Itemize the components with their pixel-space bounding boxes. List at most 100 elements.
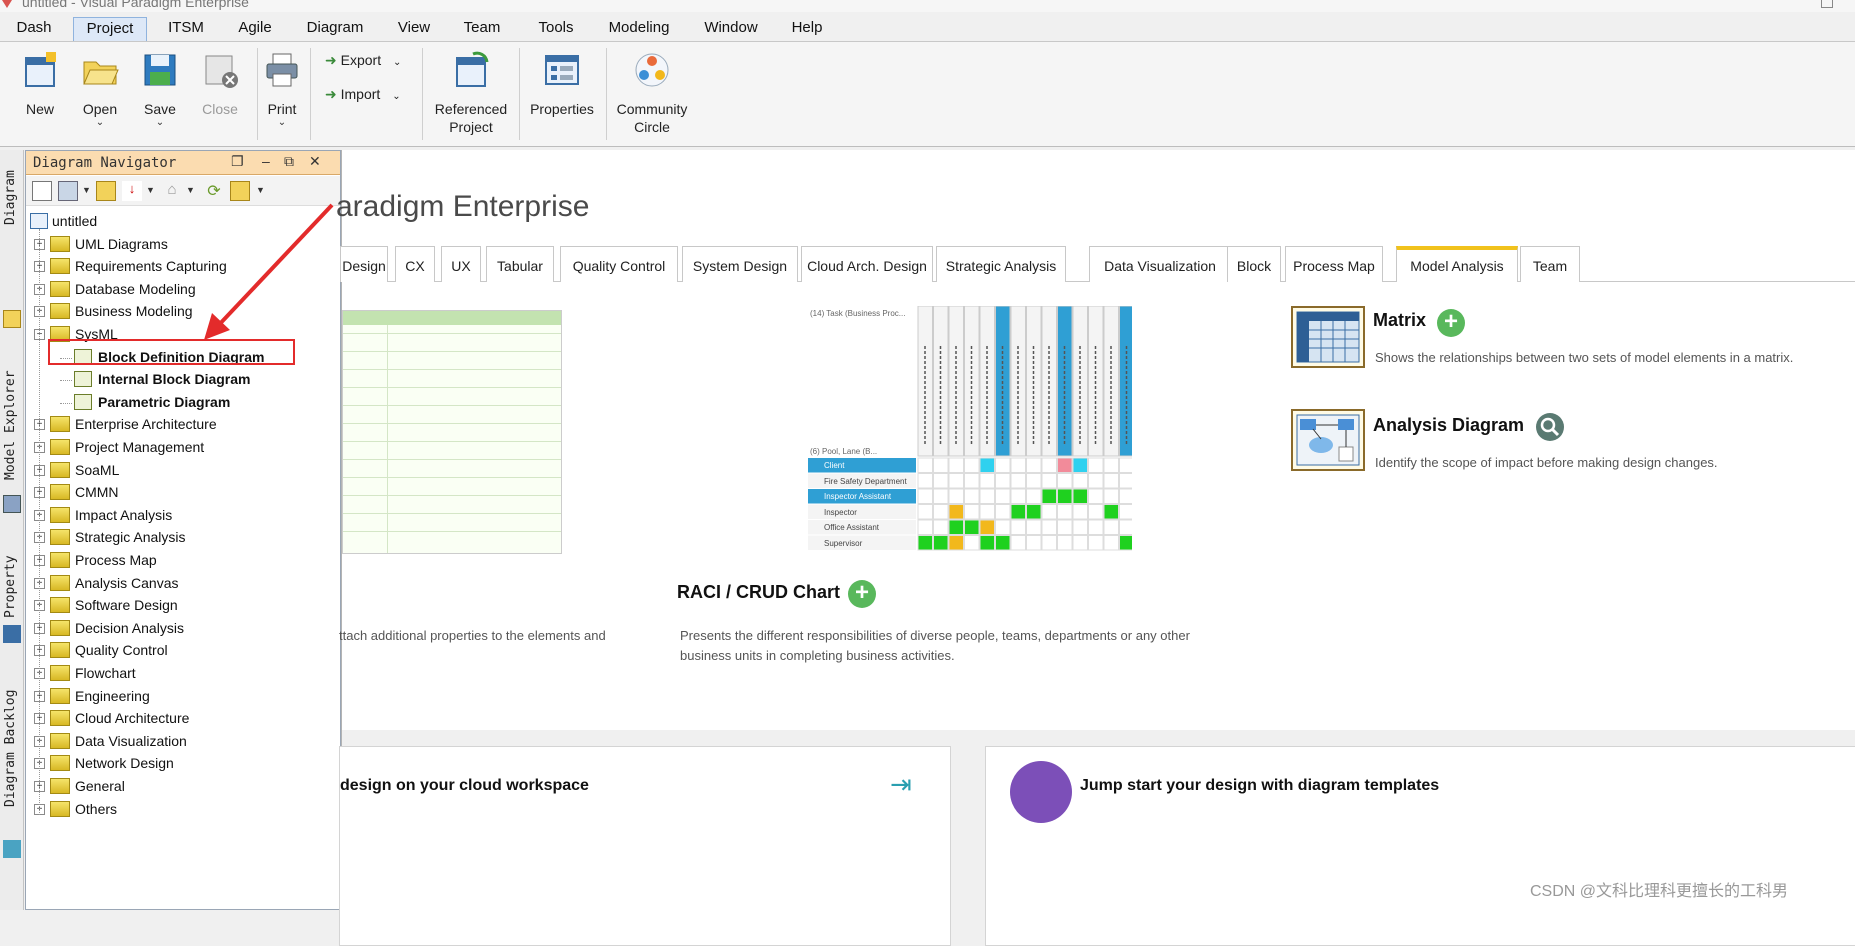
matrix-title[interactable]: Matrix [1373,310,1426,331]
cloud-workspace-card[interactable]: design on your cloud workspace ⇥ [339,746,951,946]
import-button[interactable]: ➜ Import ⌄ [325,84,401,107]
refresh-icon[interactable]: ⟳ [204,181,224,201]
tab-model-explorer[interactable]: Model Explorer [0,370,24,480]
referenced-project-button[interactable]: Referenced Project [428,50,514,136]
chevron-down-icon[interactable]: ⌄ [392,91,400,102]
tree-item[interactable]: Enterprise Architecture [75,414,217,435]
tree-item[interactable]: Project Management [75,437,204,458]
print-button[interactable]: Print ⌄ [262,50,302,128]
tree-root[interactable]: untitled [52,211,97,232]
new-button[interactable]: New [10,50,70,118]
tree-item[interactable]: Others [75,799,117,820]
add-matrix-icon[interactable]: + [1437,309,1465,337]
tab-data-visualization[interactable]: Data Visualization [1089,246,1231,282]
chevron-down-icon[interactable]: ⌄ [130,118,190,128]
home-icon[interactable]: ⌂ [162,181,182,201]
tab-block[interactable]: Block [1227,246,1281,282]
tree-item[interactable]: Impact Analysis [75,505,172,526]
tab-process-map[interactable]: Process Map [1285,246,1383,282]
matrix-icon[interactable] [1291,306,1365,368]
tree-item[interactable]: Engineering [75,686,150,707]
tree-item[interactable]: Decision Analysis [75,618,184,639]
tree-item[interactable]: Cloud Architecture [75,708,189,729]
tab-system-design[interactable]: System Design [682,246,798,282]
analysis-diagram-icon[interactable] [1291,409,1365,471]
chevron-down-icon[interactable]: ▼ [146,185,155,195]
menu-tools[interactable]: Tools [527,17,585,41]
minimize-icon[interactable]: – [262,153,270,169]
tree-item[interactable]: General [75,776,125,797]
templates-card[interactable]: Jump start your design with diagram temp… [985,746,1855,946]
community-circle-button[interactable]: Community Circle [612,50,692,136]
tree-item[interactable]: Strategic Analysis [75,527,186,548]
maximize-icon[interactable] [1821,0,1833,8]
menu-window[interactable]: Window [697,17,765,41]
tab-design[interactable]: Design [340,246,388,282]
tree-item[interactable]: Software Design [75,595,178,616]
tab-property[interactable]: Property [0,555,24,635]
analysis-diagram-title[interactable]: Analysis Diagram [1373,415,1524,436]
tab-strategic-analysis[interactable]: Strategic Analysis [936,246,1066,282]
tree-child-item[interactable]: Parametric Diagram [98,392,230,413]
diagram-preview-left[interactable] [342,310,562,554]
menu-itsm[interactable]: ITSM [155,17,217,41]
folder-icon[interactable] [96,181,116,201]
tab-diagram-navigator[interactable]: Diagram Navigator [0,170,40,300]
menu-dash[interactable]: Dash [8,17,60,41]
tree-item[interactable]: Data Visualization [75,731,187,752]
tree-item[interactable]: UML Diagrams [75,234,168,255]
new-diagram-icon[interactable] [32,181,52,201]
close-icon[interactable]: ✕ [309,153,321,170]
chevron-down-icon[interactable]: ⌄ [262,118,302,128]
tree-item[interactable]: Process Map [75,550,157,571]
tab-cloud-arch-design[interactable]: Cloud Arch. Design [801,246,933,282]
analysis-search-icon[interactable] [1536,413,1564,441]
folder-icon [50,733,70,749]
menu-help[interactable]: Help [782,17,832,41]
restore-icon[interactable]: ❐ [231,153,244,170]
tree-item[interactable]: SoaML [75,460,119,481]
raci-title[interactable]: RACI / CRUD Chart [677,582,840,603]
tree-item[interactable]: Business Modeling [75,301,193,322]
menu-project[interactable]: Project [73,17,147,41]
tab-cx[interactable]: CX [395,246,435,282]
tab-tabular[interactable]: Tabular [486,246,554,282]
menu-modeling[interactable]: Modeling [603,17,675,41]
tab-model-analysis[interactable]: Model Analysis [1396,246,1518,282]
menu-agile[interactable]: Agile [228,17,282,41]
chevron-down-icon[interactable]: ⌄ [70,118,130,128]
raci-preview-header: (14) Task (Business Proc... [810,309,906,318]
tree-item[interactable]: Quality Control [75,640,168,661]
menu-view[interactable]: View [390,17,438,41]
export-button[interactable]: ➜ Export ⌄ [325,50,401,73]
properties-button[interactable]: Properties [525,50,599,118]
tree-child-item[interactable]: Internal Block Diagram [98,369,251,390]
menu-team[interactable]: Team [455,17,509,41]
save-button[interactable]: Save ⌄ [130,50,190,128]
chevron-down-icon[interactable]: ▼ [256,185,265,195]
float-icon[interactable]: ⧉ [284,153,294,170]
tree-item[interactable]: Analysis Canvas [75,573,179,594]
chevron-down-icon[interactable]: ▼ [82,185,91,195]
tree-item[interactable]: CMMN [75,482,119,503]
raci-cell [1041,519,1057,535]
raci-cell [995,457,1011,473]
tree-item[interactable]: Flowchart [75,663,136,684]
layout-icon[interactable] [58,181,78,201]
tab-diagram-backlog[interactable]: Diagram Backlog [0,690,24,820]
sort-icon[interactable]: ↓ [122,181,142,201]
add-raci-icon[interactable]: + [848,580,876,608]
menu-diagram[interactable]: Diagram [298,17,372,41]
open-button[interactable]: Open ⌄ [70,50,130,128]
tree-item[interactable]: Requirements Capturing [75,256,227,277]
chevron-down-icon[interactable]: ⌄ [393,57,401,68]
tab-ux[interactable]: UX [441,246,481,282]
open-folder-icon[interactable] [230,181,250,201]
close-button[interactable]: Close [190,50,250,118]
tab-team[interactable]: Team [1520,246,1580,282]
tab-quality-control[interactable]: Quality Control [560,246,678,282]
chevron-down-icon[interactable]: ▼ [186,185,195,195]
tree-item[interactable]: Database Modeling [75,279,196,300]
raci-chart-preview[interactable]: (14) Task (Business Proc... (6) Pool, La… [808,306,1132,556]
tree-item[interactable]: Network Design [75,753,174,774]
